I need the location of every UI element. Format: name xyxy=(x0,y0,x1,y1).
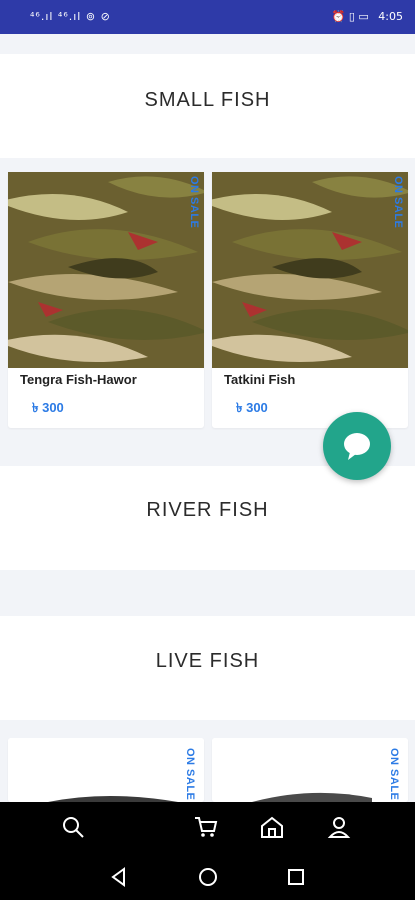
section-live-fish-header: LIVE FISH xyxy=(0,616,415,720)
nav-search[interactable] xyxy=(60,814,86,840)
on-sale-badge: ON SALE xyxy=(184,748,196,801)
home-circle-icon xyxy=(199,868,217,886)
on-sale-badge: ON SALE xyxy=(188,176,200,229)
system-nav-bar xyxy=(0,852,415,900)
system-home-button[interactable] xyxy=(197,866,219,888)
product-image[interactable] xyxy=(8,738,204,802)
cart-icon xyxy=(195,817,218,837)
section-river-fish-header: RIVER FISH xyxy=(0,466,415,570)
status-right-group: ⏰ ▯ ▭ 4:05 xyxy=(332,10,403,23)
bottom-nav xyxy=(0,802,415,852)
search-icon xyxy=(63,817,84,838)
section-title-river-fish: RIVER FISH xyxy=(146,499,269,521)
product-image[interactable] xyxy=(212,738,408,802)
system-back-button[interactable] xyxy=(108,866,130,888)
back-icon xyxy=(111,867,125,887)
nav-home[interactable] xyxy=(259,814,285,840)
product-name[interactable]: Tengra Fish-Hawor xyxy=(20,372,137,387)
status-icons: ⏰ ▯ ▭ xyxy=(331,10,369,23)
product-card[interactable]: ON SALE Tengra Fish-Hawor ৳ 300 xyxy=(8,172,204,428)
section-small-fish-header: SMALL FISH xyxy=(0,54,415,158)
recents-icon xyxy=(288,869,304,885)
product-card[interactable]: ON SALE Tatkini Fish ৳ 300 xyxy=(212,172,408,428)
status-time: 4:05 xyxy=(378,10,403,23)
on-sale-badge: ON SALE xyxy=(392,176,404,229)
section-title-small-fish: SMALL FISH xyxy=(144,89,271,111)
nav-cart[interactable] xyxy=(193,814,219,840)
status-bar: ⁴⁶.ıl ⁴⁶.ıl ⊚ ⊘ ⏰ ▯ ▭ 4:05 xyxy=(0,0,415,34)
profile-icon xyxy=(327,817,351,838)
product-card[interactable]: ON SALE xyxy=(8,738,204,802)
on-sale-badge: ON SALE xyxy=(388,748,400,801)
chat-button[interactable] xyxy=(323,412,391,480)
product-card[interactable]: ON SALE xyxy=(212,738,408,802)
product-name[interactable]: Tatkini Fish xyxy=(224,372,295,387)
system-recents-button[interactable] xyxy=(285,866,307,888)
product-price: ৳ 300 xyxy=(236,400,268,415)
product-image[interactable]: ON SALE xyxy=(8,172,204,368)
product-image[interactable]: ON SALE xyxy=(212,172,408,368)
signal-indicators: ⁴⁶.ıl ⁴⁶.ıl ⊚ ⊘ xyxy=(30,10,111,23)
home-icon xyxy=(261,816,283,838)
chat-bubble-icon xyxy=(344,433,370,460)
nav-profile[interactable] xyxy=(326,814,352,840)
product-price: ৳ 300 xyxy=(32,400,64,415)
section-title-live-fish: LIVE FISH xyxy=(155,650,260,672)
